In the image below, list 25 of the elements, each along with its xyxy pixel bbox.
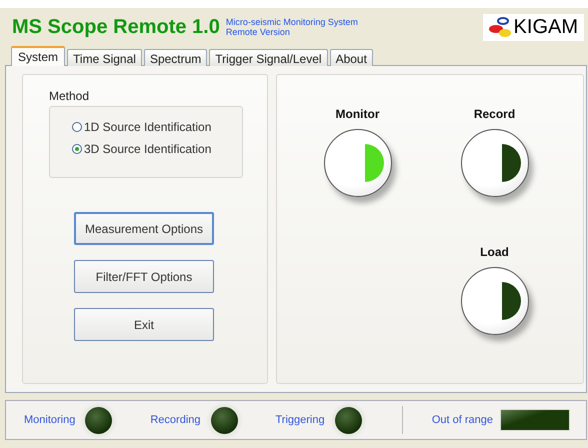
action-button[interactable]: Measurement Options [74, 212, 214, 245]
tab[interactable]: Time Signal [67, 49, 142, 66]
group-label: Method [49, 89, 90, 103]
tab[interactable]: About [330, 49, 373, 66]
radio-button[interactable] [72, 122, 82, 132]
app-title: MS Scope Remote 1.0 [12, 16, 220, 38]
tab[interactable]: Trigger Signal/Level [209, 49, 328, 66]
indicator-label: Triggering [276, 414, 325, 426]
radio-label[interactable]: 3D Source Identification [84, 142, 212, 156]
radio-label[interactable]: 1D Source Identification [84, 120, 212, 134]
logo-text: KIGAM [514, 16, 578, 38]
tab[interactable]: System [11, 46, 66, 66]
indicator-label: Out of range [432, 414, 493, 426]
indicator-label: Monitoring [24, 414, 76, 426]
app-subtitle: Micro-seismic Monitoring System [226, 17, 358, 27]
control-label: Record [474, 107, 516, 121]
control-label: Monitor [336, 107, 380, 121]
indicator-label: Recording [150, 414, 200, 426]
radio-button[interactable] [72, 144, 82, 154]
logo-icon [488, 16, 511, 38]
action-button[interactable]: Exit [74, 308, 214, 341]
action-button[interactable]: Filter/FFT Options [74, 260, 214, 293]
control-label: Load [480, 245, 509, 259]
app-subtitle: Remote Version [226, 27, 291, 37]
tab[interactable]: Spectrum [144, 49, 208, 66]
